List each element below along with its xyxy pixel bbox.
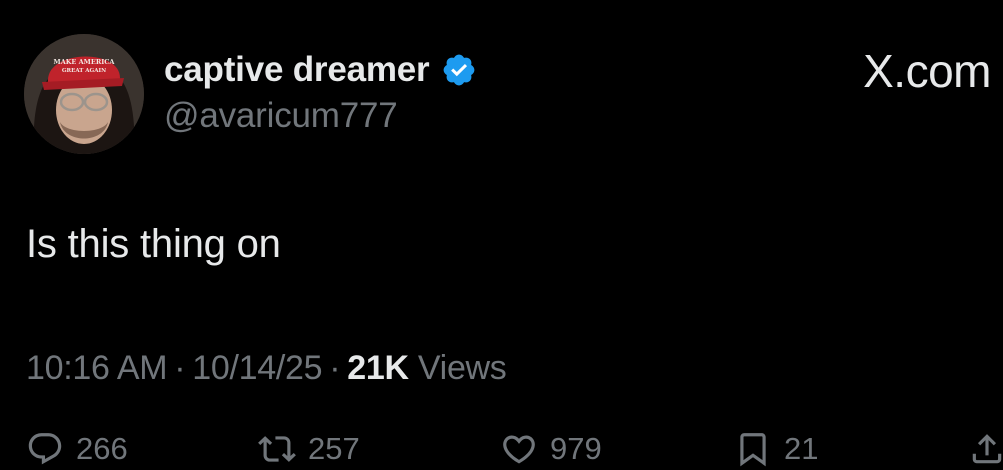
author-handle[interactable]: @avaricum777 bbox=[164, 96, 477, 136]
repost-button[interactable]: 257 bbox=[258, 430, 360, 468]
meta-separator: · bbox=[174, 349, 186, 387]
views-label: Views bbox=[417, 349, 507, 387]
reply-icon bbox=[28, 433, 62, 465]
tweet-date[interactable]: 10/14/25 bbox=[192, 349, 322, 387]
bookmark-icon bbox=[740, 433, 766, 467]
like-icon bbox=[503, 435, 535, 464]
tweet-meta: 10:16 AM · 10/14/25 · 21K Views bbox=[26, 349, 507, 388]
share-icon bbox=[972, 434, 1002, 464]
repost-icon bbox=[258, 436, 296, 462]
author-info: captive dreamer @avaricum777 bbox=[164, 44, 477, 136]
avatar-hat-text-2: GREAT AGAIN bbox=[62, 68, 106, 74]
meta-separator: · bbox=[329, 349, 341, 387]
action-bar: 266 257 979 21 bbox=[0, 430, 1003, 470]
like-button[interactable]: 979 bbox=[500, 430, 602, 468]
reply-button[interactable]: 266 bbox=[26, 430, 128, 468]
bookmark-button[interactable]: 21 bbox=[734, 430, 818, 468]
author-name-row: captive dreamer bbox=[164, 44, 477, 96]
reply-count: 266 bbox=[76, 431, 128, 466]
repost-count: 257 bbox=[308, 431, 360, 466]
verified-badge-icon[interactable] bbox=[441, 52, 477, 88]
avatar-hat-text: MAKE AMERICA bbox=[54, 58, 116, 66]
profile-avatar-image: MAKE AMERICA GREAT AGAIN bbox=[24, 34, 144, 154]
share-button[interactable] bbox=[968, 430, 1003, 468]
display-name[interactable]: captive dreamer bbox=[164, 50, 430, 90]
bookmark-count: 21 bbox=[784, 431, 819, 466]
views-count: 21K bbox=[347, 349, 409, 387]
tweet-time[interactable]: 10:16 AM bbox=[26, 349, 168, 387]
avatar[interactable]: MAKE AMERICA GREAT AGAIN bbox=[24, 34, 144, 154]
like-count: 979 bbox=[550, 431, 602, 466]
tweet: MAKE AMERICA GREAT AGAIN captive dreamer… bbox=[0, 0, 1003, 467]
tweet-text: Is this thing on bbox=[26, 222, 281, 266]
watermark: X.com bbox=[863, 45, 991, 97]
